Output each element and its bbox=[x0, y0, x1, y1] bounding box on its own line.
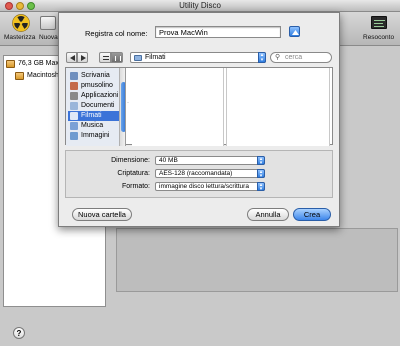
desktop-icon bbox=[70, 72, 78, 80]
close-window-button[interactable] bbox=[5, 2, 13, 10]
file-browser: Scrivania pmusolino Applicazioni Documen… bbox=[65, 67, 333, 146]
format-popup-arrows-icon: ▴ ▾ bbox=[257, 182, 265, 192]
search-field[interactable]: ⚲ cerca bbox=[270, 52, 332, 63]
size-popup[interactable]: 40 MB ▴ ▾ bbox=[155, 156, 265, 166]
browser-column-2 bbox=[226, 68, 330, 146]
save-as-label: Registra col nome: bbox=[85, 29, 148, 38]
list-view-icon bbox=[103, 56, 109, 60]
disk-item-label: 76,3 GB Maxt bbox=[18, 60, 61, 67]
cancel-button[interactable]: Annulla bbox=[247, 208, 289, 221]
window-titlebar: Utility Disco bbox=[0, 0, 400, 12]
new-folder-button[interactable]: Nuova cartella bbox=[72, 208, 132, 221]
location-popup-arrows-icon: ▴ ▾ bbox=[258, 52, 266, 63]
format-popup[interactable]: immagine disco lettura/scrittura ▴ ▾ bbox=[155, 182, 265, 192]
image-options-panel: Dimensione: 40 MB ▴ ▾ Criptatura: AES-128… bbox=[65, 150, 333, 198]
movies-icon bbox=[70, 112, 78, 120]
help-button[interactable]: ? bbox=[13, 327, 25, 339]
sidebar: Scrivania pmusolino Applicazioni Documen… bbox=[66, 68, 126, 146]
create-button[interactable]: Crea bbox=[293, 208, 331, 221]
sidebar-item-documenti[interactable]: Documenti bbox=[68, 101, 124, 111]
encryption-label: Criptatura: bbox=[117, 170, 150, 177]
column-view-button[interactable] bbox=[111, 52, 123, 63]
forward-arrow-icon bbox=[81, 55, 86, 61]
save-as-field[interactable]: Prova MacWin bbox=[155, 26, 281, 38]
burn-label: Masterizza bbox=[4, 34, 36, 41]
sidebar-resize-handle[interactable]: · bbox=[127, 100, 131, 108]
browser-column-1 bbox=[132, 68, 224, 146]
sidebar-item-musica[interactable]: Musica bbox=[68, 121, 124, 131]
log-button[interactable]: Resoconto bbox=[362, 14, 398, 44]
back-button[interactable] bbox=[66, 52, 77, 63]
sidebar-scroll-thumb[interactable] bbox=[121, 82, 125, 132]
sidebar-item-scrivania[interactable]: Scrivania bbox=[68, 71, 124, 81]
triangle-up-icon bbox=[292, 30, 299, 35]
save-sheet: Registra col nome: Prova MacWin Filmati … bbox=[58, 12, 340, 227]
create-label: Crea bbox=[303, 210, 321, 219]
save-as-value: Prova MacWin bbox=[159, 28, 208, 37]
help-label: ? bbox=[16, 329, 22, 338]
radiation-icon bbox=[12, 14, 30, 32]
sidebar-item-applicazioni[interactable]: Applicazioni bbox=[68, 91, 124, 101]
cancel-label: Annulla bbox=[255, 210, 281, 219]
info-panel bbox=[116, 228, 398, 292]
expand-toggle-button[interactable] bbox=[289, 26, 300, 37]
back-arrow-icon bbox=[70, 55, 75, 61]
sidebar-item-label: Immagini bbox=[81, 132, 110, 139]
search-placeholder: cerca bbox=[285, 54, 303, 61]
sidebar-item-label: Applicazioni bbox=[81, 92, 119, 99]
folder-icon bbox=[134, 55, 142, 61]
sidebar-item-filmati[interactable]: Filmati bbox=[68, 111, 124, 121]
encryption-popup-arrows-icon: ▴ ▾ bbox=[257, 169, 265, 179]
documents-icon bbox=[70, 102, 78, 110]
encryption-value: AES-128 (raccomandata) bbox=[159, 170, 233, 177]
sidebar-item-label: Documenti bbox=[81, 102, 115, 109]
sidebar-scrollbar[interactable] bbox=[119, 68, 125, 146]
window-title: Utility Disco bbox=[179, 1, 221, 10]
column-view-icon bbox=[115, 56, 121, 61]
pictures-icon bbox=[70, 132, 78, 140]
new-image-label: Nuova bbox=[39, 34, 58, 41]
sidebar-item-label: Scrivania bbox=[81, 72, 110, 79]
sidebar-item-label: Musica bbox=[81, 122, 104, 129]
size-popup-arrows-icon: ▴ ▾ bbox=[257, 156, 265, 166]
home-icon bbox=[70, 82, 78, 90]
forward-button[interactable] bbox=[77, 52, 88, 63]
sidebar-item-label: Filmati bbox=[81, 112, 102, 119]
new-folder-label: Nuova cartella bbox=[78, 210, 126, 219]
volume-icon bbox=[15, 72, 24, 80]
volume-item-label: Macintosh bbox=[27, 72, 59, 79]
applications-icon bbox=[70, 92, 78, 100]
log-label: Resoconto bbox=[363, 34, 395, 41]
search-icon: ⚲ bbox=[275, 54, 281, 61]
encryption-popup[interactable]: AES-128 (raccomandata) ▴ ▾ bbox=[155, 169, 265, 179]
log-icon bbox=[371, 16, 387, 29]
format-value: immagine disco lettura/scrittura bbox=[159, 183, 249, 190]
new-image-icon bbox=[40, 16, 56, 30]
hard-disk-icon bbox=[6, 60, 15, 68]
size-value: 40 MB bbox=[159, 157, 178, 164]
music-icon bbox=[70, 122, 78, 130]
minimize-window-button[interactable] bbox=[16, 2, 24, 10]
burn-button[interactable]: Masterizza bbox=[4, 14, 38, 44]
location-label: Filmati bbox=[145, 54, 166, 61]
format-label: Formato: bbox=[121, 183, 150, 190]
sidebar-item-home[interactable]: pmusolino bbox=[68, 81, 124, 91]
list-view-button[interactable] bbox=[99, 52, 111, 63]
zoom-window-button[interactable] bbox=[27, 2, 35, 10]
new-image-button[interactable]: Nuova bbox=[38, 14, 60, 44]
sidebar-item-immagini[interactable]: Immagini bbox=[68, 131, 124, 141]
sidebar-item-label: pmusolino bbox=[81, 82, 113, 89]
location-popup[interactable]: Filmati ▴ ▾ bbox=[130, 52, 266, 63]
size-label: Dimensione: bbox=[111, 157, 150, 164]
